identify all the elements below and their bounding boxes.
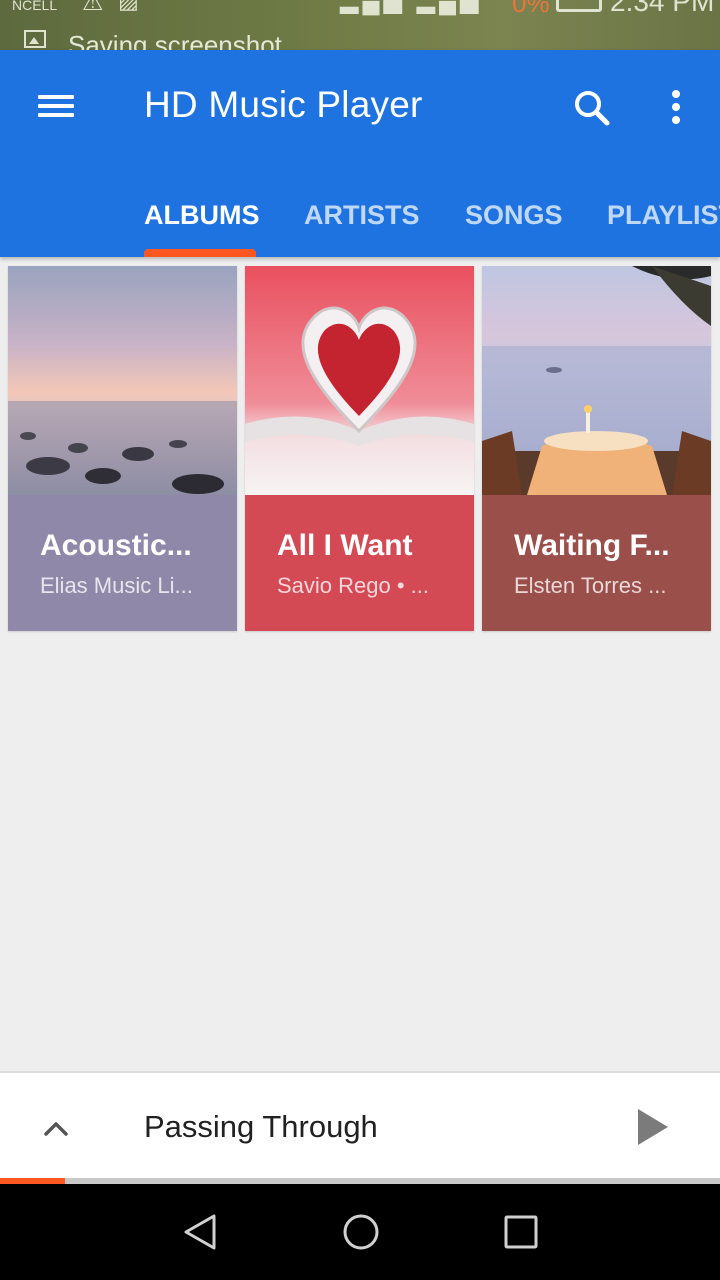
tab-playlists[interactable]: PLAYLISTS	[607, 192, 720, 261]
image-icon	[24, 30, 46, 48]
app-title: HD Music Player	[144, 84, 423, 125]
album-card-waiting[interactable]: Waiting F... Elsten Torres ...	[482, 266, 711, 631]
screenshot-notification[interactable]: Saving screenshot	[24, 28, 282, 50]
signal-icon: ▂▄▆ ▂▄▆	[340, 0, 483, 14]
album-art-beach-dinner	[482, 266, 711, 495]
home-icon[interactable]	[341, 1212, 381, 1252]
tab-artists[interactable]: ARTISTS	[304, 192, 420, 261]
album-name: All I Want	[277, 529, 413, 562]
album-artist: Elsten Torres ...	[514, 573, 667, 598]
more-options-icon[interactable]	[656, 84, 696, 132]
tab-songs[interactable]: SONGS	[465, 192, 563, 261]
album-name: Waiting F...	[514, 529, 670, 562]
album-artist: Elias Music Li...	[40, 573, 193, 598]
album-art-book-heart	[245, 266, 474, 495]
album-info: Acoustic... Elias Music Li...	[8, 495, 237, 631]
carrier-label: NCELL	[12, 0, 58, 13]
gallery-icon: ▨	[118, 0, 139, 13]
chevron-up-icon[interactable]	[38, 1111, 74, 1147]
now-playing-title: Passing Through	[144, 1109, 378, 1144]
back-icon[interactable]	[181, 1212, 221, 1252]
battery-percent: 0%	[512, 0, 550, 18]
now-playing-bar[interactable]: Passing Through	[0, 1071, 720, 1180]
system-nav-bar	[0, 1184, 720, 1280]
search-icon[interactable]	[568, 84, 616, 132]
album-art-seascape	[8, 266, 237, 495]
tab-bar: ALBUMS ARTISTS SONGS PLAYLISTS	[0, 192, 720, 257]
menu-icon[interactable]	[30, 86, 82, 126]
notification-text: Saving screenshot	[68, 30, 282, 50]
album-info: Waiting F... Elsten Torres ...	[482, 495, 711, 631]
album-name: Acoustic...	[40, 529, 192, 562]
album-card-acoustic[interactable]: Acoustic... Elias Music Li...	[8, 266, 237, 631]
app-bar: HD Music Player ALBUMS ARTISTS SONGS PLA…	[0, 50, 720, 257]
album-info: All I Want Savio Rego • ...	[245, 495, 474, 631]
play-icon[interactable]	[628, 1103, 676, 1151]
status-bar: NCELL ⚠ ▨ ▂▄▆ ▂▄▆ 0% 2:34 PM Saving scre…	[0, 0, 720, 50]
album-card-all-i-want[interactable]: All I Want Savio Rego • ...	[245, 266, 474, 631]
battery-icon	[556, 0, 602, 12]
album-artist: Savio Rego • ...	[277, 573, 430, 598]
tab-indicator	[144, 249, 256, 257]
warning-icon: ⚠	[82, 0, 104, 16]
recents-icon[interactable]	[501, 1212, 541, 1252]
clock: 2:34 PM	[610, 0, 715, 17]
